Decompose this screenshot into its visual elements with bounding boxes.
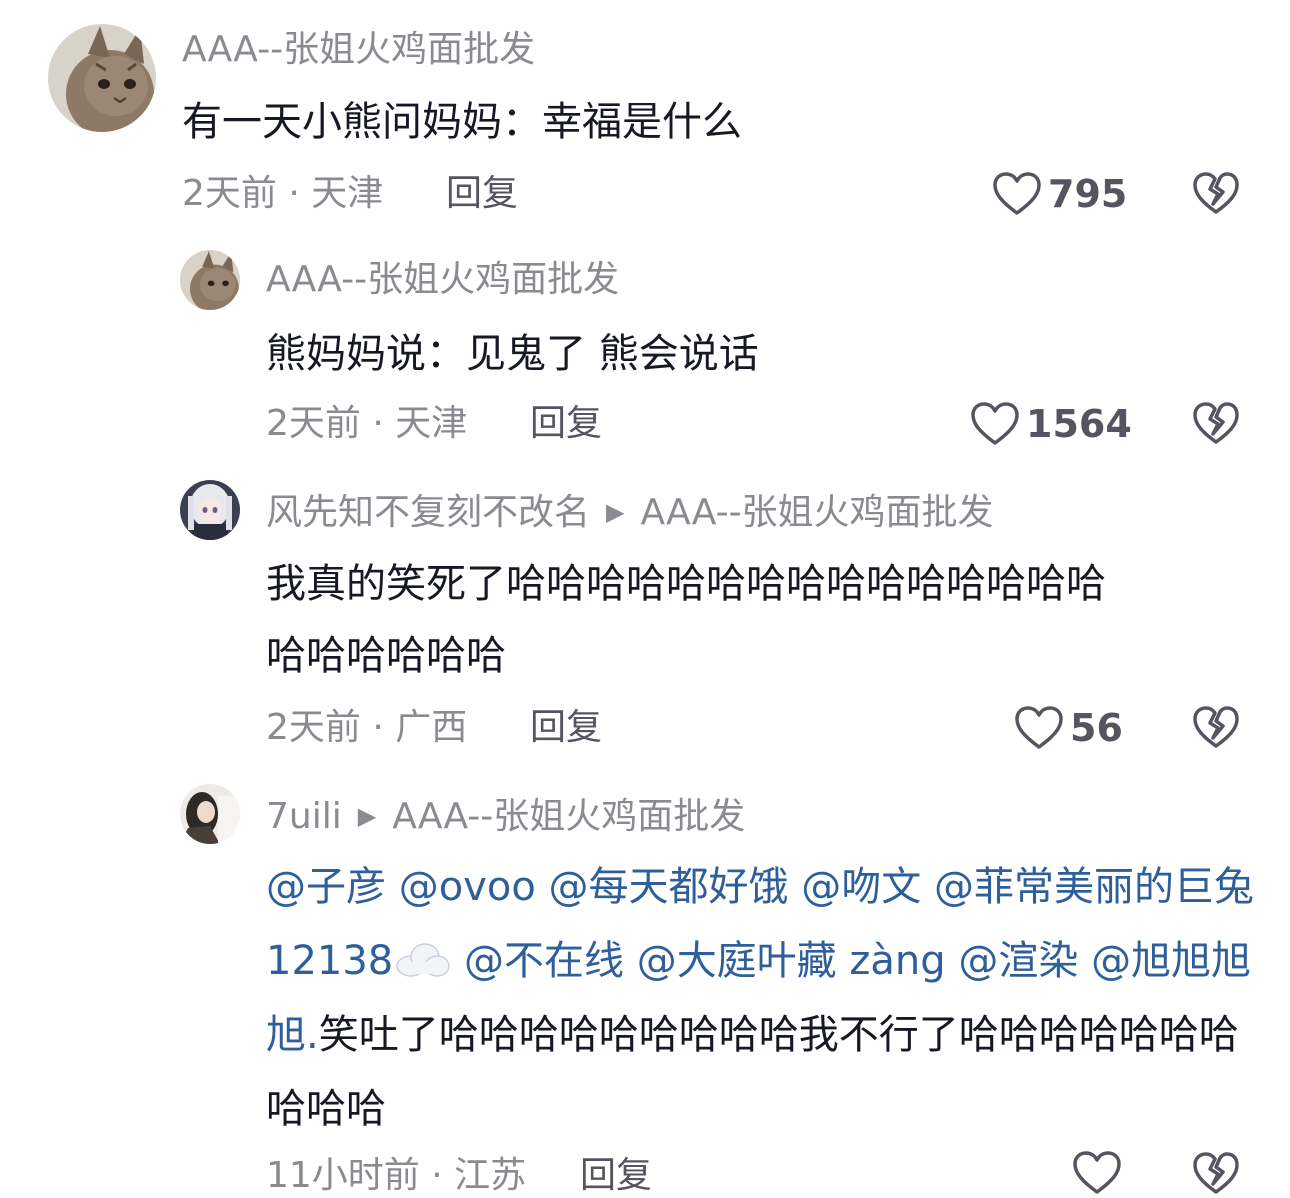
reply-button[interactable]: 回复	[530, 402, 602, 446]
mention-link[interactable]: @每天都好饿	[549, 864, 789, 910]
like-count: 56	[1070, 706, 1123, 750]
reply-to-username[interactable]: AAA--张姐火鸡面批发	[640, 492, 993, 533]
avatar-cat[interactable]	[48, 24, 156, 132]
heart-outline-icon[interactable]	[1072, 1150, 1122, 1196]
mention-link[interactable]: @ovoo	[399, 864, 536, 910]
reply-username[interactable]: 7uili ▶ AAA--张姐火鸡面批发	[266, 794, 745, 839]
like-button[interactable]: 795	[992, 166, 1127, 222]
mention-link[interactable]: @大庭叶藏 zàng	[637, 938, 946, 984]
reply-text-line: 我真的笑死了哈哈哈哈哈哈哈哈哈哈哈哈哈哈哈	[266, 561, 1106, 607]
reply-text-line: 哈哈哈哈哈哈	[266, 633, 506, 679]
cloud-emoji-icon	[396, 943, 450, 977]
reply-text: 我真的笑死了哈哈哈哈哈哈哈哈哈哈哈哈哈哈哈 哈哈哈哈哈哈	[266, 548, 1256, 692]
broken-heart-icon[interactable]	[1192, 1150, 1240, 1196]
reply-time-location: 2天前 · 天津	[266, 403, 468, 444]
reply-button[interactable]: 回复	[580, 1154, 652, 1198]
like-button[interactable]: 56	[1014, 700, 1123, 756]
reply-to-username[interactable]: AAA--张姐火鸡面批发	[392, 796, 745, 837]
reply-username[interactable]: AAA--张姐火鸡面批发	[266, 258, 619, 302]
avatar-anime-girl[interactable]	[180, 480, 240, 540]
comment-text: 有一天小熊问妈妈：幸福是什么	[182, 99, 742, 145]
like-count: 1564	[1026, 402, 1132, 446]
mention-link[interactable]: @不在线	[464, 938, 624, 984]
broken-heart-icon[interactable]	[1192, 400, 1240, 446]
heart-outline-icon	[971, 402, 1019, 445]
mention-link[interactable]: @吻文	[801, 864, 921, 910]
comment-username[interactable]: AAA--张姐火鸡面批发	[182, 28, 535, 72]
play-triangle-icon: ▶	[606, 498, 625, 526]
mention-link[interactable]: @渲染	[958, 938, 1078, 984]
like-count: 795	[1048, 172, 1128, 216]
reply-button[interactable]: 回复	[530, 706, 602, 750]
like-button[interactable]: 1564	[970, 396, 1132, 452]
avatar-photo[interactable]	[180, 784, 240, 844]
broken-heart-icon[interactable]	[1192, 704, 1240, 750]
heart-outline-icon	[1015, 706, 1063, 749]
reply-time-location: 11小时前 · 江苏	[266, 1155, 527, 1196]
play-triangle-icon: ▶	[357, 802, 377, 830]
reply-text: 熊妈妈说：见鬼了 熊会说话	[266, 331, 759, 377]
reply-text: @子彦 @ovoo @每天都好饿 @吻文 @菲常美丽的巨兔12138 @不在线 …	[266, 850, 1261, 1146]
reply-text-body: 笑吐了哈哈哈哈哈哈哈哈哈我不行了哈哈哈哈哈哈哈哈哈哈	[266, 1012, 1239, 1132]
mention-link[interactable]: @子彦	[266, 864, 386, 910]
username-text[interactable]: 7uili	[266, 796, 342, 837]
reply-time-location: 2天前 · 广西	[266, 707, 468, 748]
username-text[interactable]: 风先知不复刻不改名	[266, 492, 590, 533]
reply-button[interactable]: 回复	[446, 172, 518, 216]
broken-heart-icon[interactable]	[1192, 170, 1240, 216]
comment-time-location: 2天前 · 天津	[182, 173, 384, 214]
avatar-cat-small[interactable]	[180, 250, 240, 310]
heart-outline-icon	[993, 172, 1041, 215]
reply-username[interactable]: 风先知不复刻不改名 ▶ AAA--张姐火鸡面批发	[266, 490, 994, 535]
